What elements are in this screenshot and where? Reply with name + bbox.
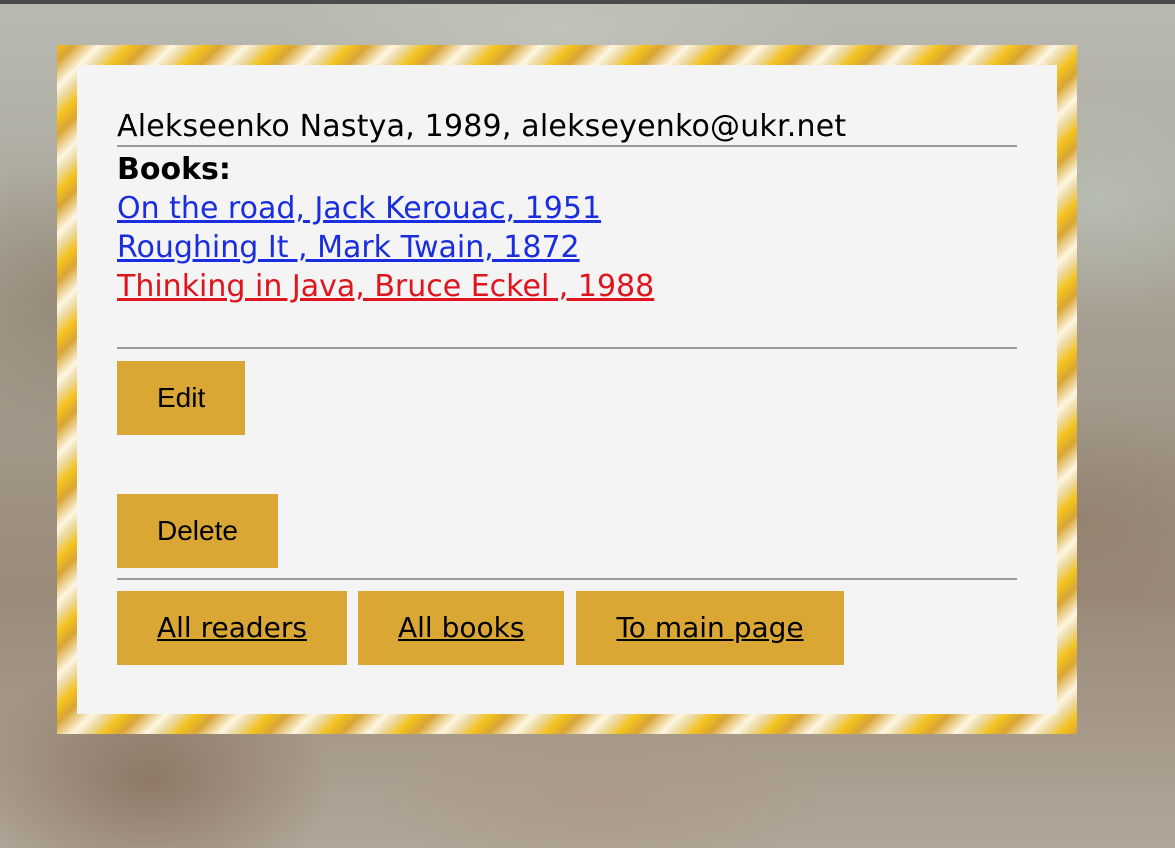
book-link[interactable]: Thinking in Java, Bruce Eckel , 1988 — [117, 269, 654, 304]
all-books-button[interactable]: All books — [358, 591, 565, 665]
reader-info: Alekseenko Nastya, 1989, alekseyenko@ukr… — [117, 109, 847, 144]
divider-top — [117, 145, 1017, 147]
navigation-row: All readers All books To main page — [117, 591, 1017, 665]
divider-bottom — [117, 578, 1017, 580]
divider-middle — [117, 347, 1017, 349]
edit-button[interactable]: Edit — [117, 361, 246, 435]
all-readers-button[interactable]: All readers — [117, 591, 347, 665]
list-item: On the road, Jack Kerouac, 1951 — [117, 189, 1017, 228]
main-page-button[interactable]: To main page — [576, 591, 844, 665]
book-list: On the road, Jack Kerouac, 1951 Roughing… — [117, 189, 1017, 306]
striped-border-frame: Alekseenko Nastya, 1989, alekseyenko@ukr… — [57, 45, 1077, 734]
book-link[interactable]: On the road, Jack Kerouac, 1951 — [117, 191, 601, 226]
list-item: Thinking in Java, Bruce Eckel , 1988 — [117, 267, 1017, 306]
window-top-bar — [0, 0, 1175, 4]
books-heading: Books: — [117, 152, 231, 187]
delete-button[interactable]: Delete — [117, 494, 278, 568]
list-item: Roughing It , Mark Twain, 1872 — [117, 228, 1017, 267]
reader-card: Alekseenko Nastya, 1989, alekseyenko@ukr… — [77, 65, 1057, 714]
book-link[interactable]: Roughing It , Mark Twain, 1872 — [117, 230, 580, 265]
